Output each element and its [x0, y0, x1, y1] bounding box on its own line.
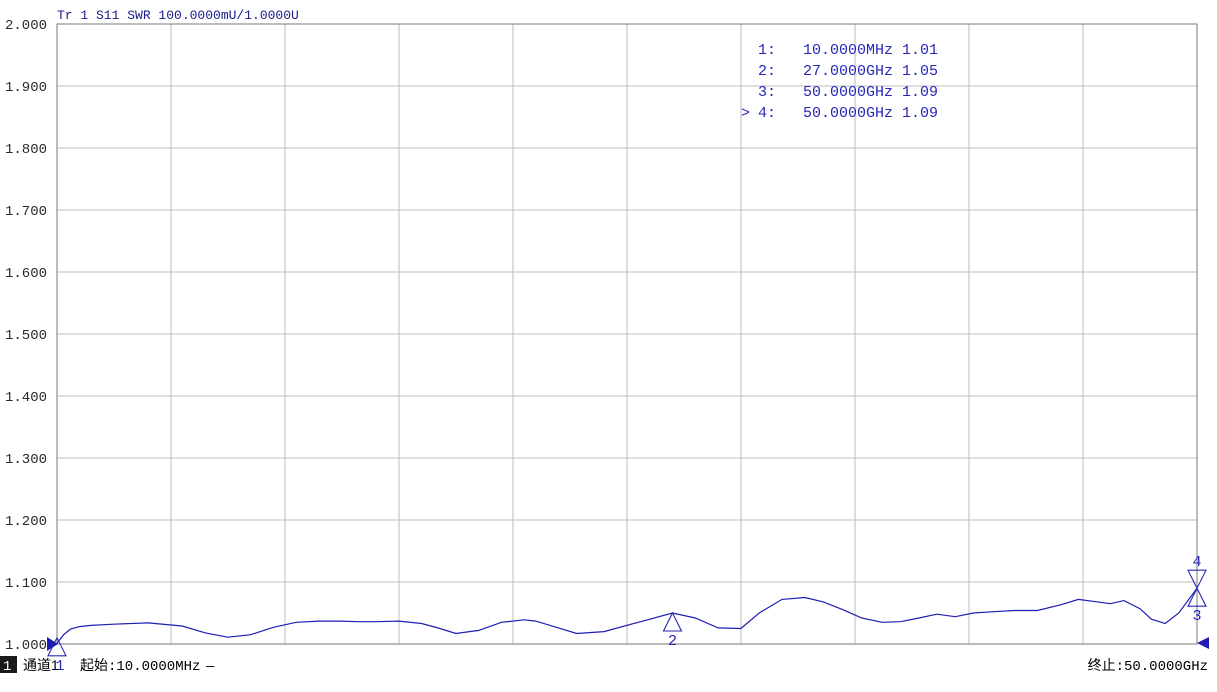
y-tick-label: 2.000 [5, 18, 47, 34]
marker-4-label: 4 [1192, 554, 1201, 571]
marker-frequency: 27.0000GHz [803, 63, 893, 80]
start-dash: — [205, 659, 215, 675]
y-axis-tick-labels: 2.000 1.900 1.800 1.700 1.600 1.500 1.400 1.300… [5, 18, 47, 654]
marker-id: 4: [758, 105, 776, 122]
channel-label[interactable]: 通道1 [23, 657, 59, 673]
marker-id: 1: [758, 42, 776, 59]
stop-frequency[interactable]: 终止:50.0000GHz [1088, 658, 1208, 675]
y-tick-label: 1.000 [5, 638, 47, 654]
y-tick-label: 1.600 [5, 266, 47, 282]
y-tick-label: 1.900 [5, 80, 47, 96]
y-tick-label: 1.800 [5, 142, 47, 158]
grid-lines [57, 24, 1197, 644]
vna-display: 2.000 1.900 1.800 1.700 1.600 1.500 1.400 1.300… [0, 8, 1209, 675]
marker-frequency: 10.0000MHz [803, 42, 893, 59]
active-marker-indicator: > [741, 105, 750, 122]
marker-value: 1.01 [902, 42, 938, 59]
marker-3-label: 3 [1192, 608, 1201, 625]
stop-arrow-icon [1197, 637, 1209, 649]
marker-2-label: 2 [668, 633, 677, 650]
marker-readout-row[interactable]: 3: 50.0000GHz 1.09 [758, 84, 938, 101]
y-tick-label: 1.700 [5, 204, 47, 220]
y-tick-label: 1.400 [5, 390, 47, 406]
marker-value: 1.05 [902, 63, 938, 80]
start-frequency[interactable]: 起始:10.0000MHz [80, 658, 200, 675]
y-tick-label: 1.100 [5, 576, 47, 592]
marker-readout-row[interactable]: 2: 27.0000GHz 1.05 [758, 63, 938, 80]
marker-id: 2: [758, 63, 776, 80]
marker-readout-table: 1: 10.0000MHz 1.01 2: 27.0000GHz 1.05 3: 50.000… [741, 42, 938, 122]
marker-readout-row[interactable]: 1: 10.0000MHz 1.01 [758, 42, 938, 59]
trace-header[interactable]: Tr 1 S11 SWR 100.0000mU/1.0000U [57, 8, 299, 23]
marker-frequency: 50.0000GHz [803, 84, 893, 101]
marker-value: 1.09 [902, 105, 938, 122]
marker-id: 3: [758, 84, 776, 101]
y-tick-label: 1.300 [5, 452, 47, 468]
marker-value: 1.09 [902, 84, 938, 101]
y-tick-label: 1.500 [5, 328, 47, 344]
marker-2-triangle[interactable] [662, 611, 683, 632]
channel-number: 1 [3, 659, 11, 675]
y-tick-label: 1.200 [5, 514, 47, 530]
marker-frequency: 50.0000GHz [803, 105, 893, 122]
marker-readout-row[interactable]: >4: 50.0000GHz 1.09 [741, 105, 938, 122]
